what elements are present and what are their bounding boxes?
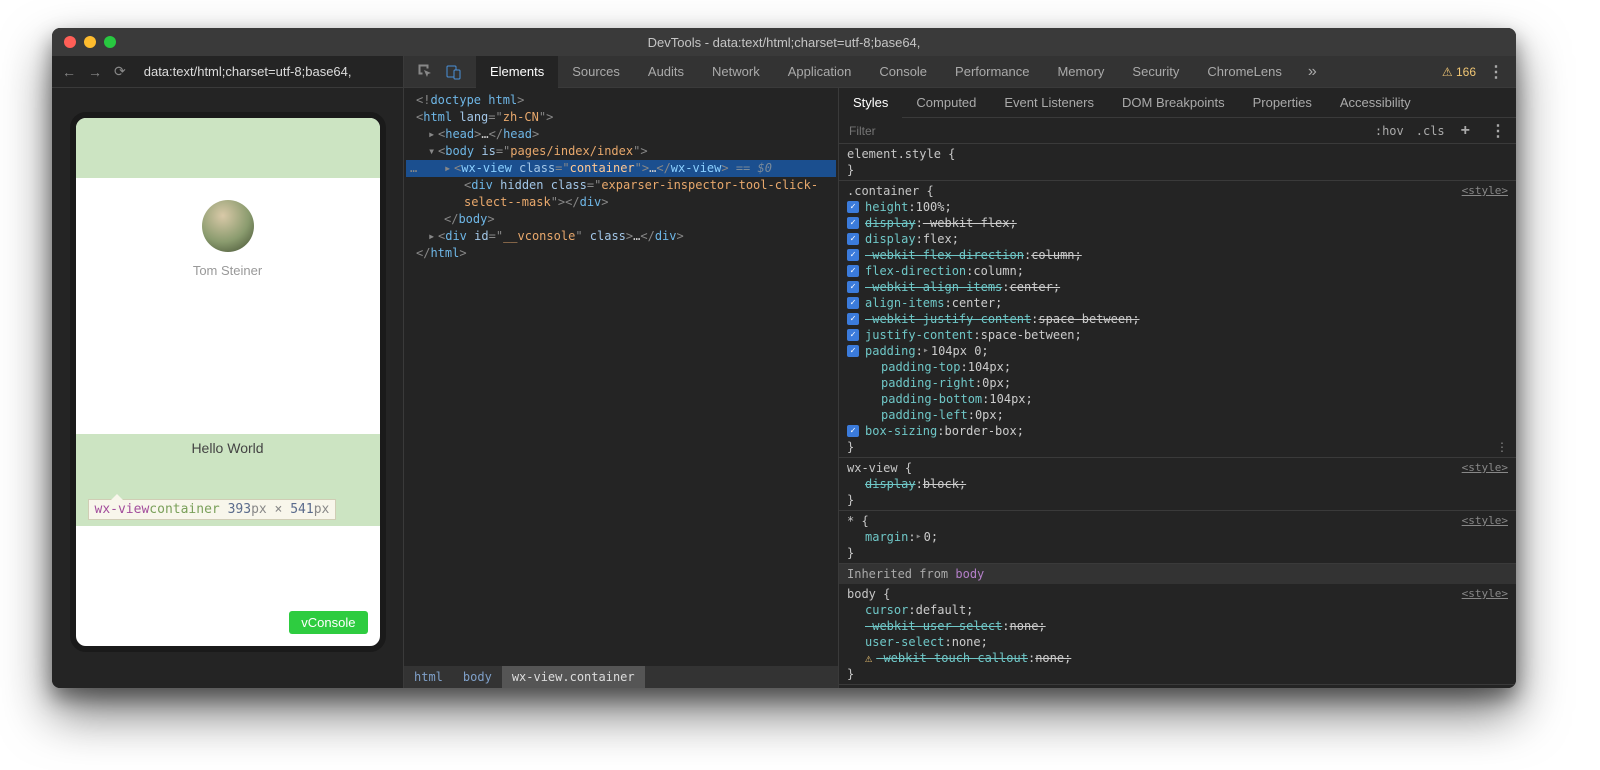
breadcrumb-item[interactable]: body xyxy=(453,666,502,688)
dom-line[interactable]: ▸<head>…</head> xyxy=(406,126,836,143)
breadcrumb-item[interactable]: html xyxy=(404,666,453,688)
tab-sources[interactable]: Sources xyxy=(558,56,634,88)
tab-chromelens[interactable]: ChromeLens xyxy=(1193,56,1295,88)
phone-top-bar xyxy=(76,118,380,178)
css-rule[interactable]: <style>.container {height: 100%;display:… xyxy=(839,181,1516,458)
device-toggle-icon[interactable] xyxy=(446,64,462,80)
prop-checkbox[interactable] xyxy=(847,233,859,245)
tab-performance[interactable]: Performance xyxy=(941,56,1043,88)
user-name: Tom Steiner xyxy=(76,263,380,278)
rule-menu-icon[interactable]: ⋮ xyxy=(1496,439,1508,455)
rule-source[interactable]: <style> xyxy=(1462,460,1508,476)
maximize-icon[interactable] xyxy=(104,36,116,48)
titlebar: DevTools - data:text/html;charset=utf-8;… xyxy=(52,28,1516,56)
dom-line[interactable]: <div hidden class="exparser-inspector-to… xyxy=(406,177,836,194)
dom-tree[interactable]: <!doctype html><html lang="zh-CN">▸<head… xyxy=(404,88,838,666)
prop-checkbox[interactable] xyxy=(847,425,859,437)
dom-pane: <!doctype html><html lang="zh-CN">▸<head… xyxy=(404,88,839,688)
dom-line[interactable]: <!doctype html> xyxy=(406,92,836,109)
prop-checkbox[interactable] xyxy=(847,297,859,309)
forward-icon[interactable]: → xyxy=(88,64,102,80)
prop-checkbox[interactable] xyxy=(847,281,859,293)
warnings-badge[interactable]: ⚠ 166 xyxy=(1442,65,1476,79)
new-rule-icon[interactable]: + xyxy=(1451,122,1480,140)
avatar-section: Tom Steiner xyxy=(76,178,380,284)
avatar xyxy=(202,200,254,252)
cls-toggle[interactable]: .cls xyxy=(1410,124,1451,138)
styles-tab-properties[interactable]: Properties xyxy=(1239,88,1326,118)
styles-tab-event-listeners[interactable]: Event Listeners xyxy=(990,88,1108,118)
menu-icon[interactable]: ⋮ xyxy=(1488,62,1504,82)
phone-mid xyxy=(76,284,380,434)
window-title: DevTools - data:text/html;charset=utf-8;… xyxy=(648,35,921,50)
hello-text: Hello World xyxy=(76,434,380,462)
dom-line[interactable]: ▸<div id="__vconsole" class>…</div> xyxy=(406,228,836,245)
tooltip-class: container xyxy=(149,502,219,517)
css-rule[interactable]: <style>wx-view {display: block;} xyxy=(839,458,1516,511)
filter-row: :hov .cls + ⋮ xyxy=(839,118,1516,144)
prop-checkbox[interactable] xyxy=(847,201,859,213)
styles-tabs: StylesComputedEvent ListenersDOM Breakpo… xyxy=(839,88,1516,118)
reload-icon[interactable]: ⟳ xyxy=(114,63,126,80)
tooltip-width: 393 xyxy=(228,502,251,517)
inherited-from-bar: Inherited from body xyxy=(839,564,1516,584)
main-body: ← → ⟳ data:text/html;charset=utf-8;base6… xyxy=(52,56,1516,688)
device-frame: Tom Steiner Hello World wx-viewcontainer… xyxy=(70,112,386,652)
prop-checkbox[interactable] xyxy=(847,217,859,229)
styles-pane: StylesComputedEvent ListenersDOM Breakpo… xyxy=(839,88,1516,688)
tab-elements[interactable]: Elements xyxy=(476,56,558,88)
styles-tab-computed[interactable]: Computed xyxy=(902,88,990,118)
dom-line[interactable]: </body> xyxy=(406,211,836,228)
warnings-count: 166 xyxy=(1456,65,1476,79)
close-icon[interactable] xyxy=(64,36,76,48)
devtools-pane: ElementsSourcesAuditsNetworkApplicationC… xyxy=(404,56,1516,688)
rule-source[interactable]: <style> xyxy=(1462,513,1508,529)
styles-menu-icon[interactable]: ⋮ xyxy=(1480,121,1516,141)
tab-memory[interactable]: Memory xyxy=(1043,56,1118,88)
prop-checkbox[interactable] xyxy=(847,249,859,261)
styles-tab-styles[interactable]: Styles xyxy=(839,88,902,118)
prop-checkbox[interactable] xyxy=(847,313,859,325)
css-rule[interactable]: element.style {} xyxy=(839,144,1516,181)
nav-bar: ← → ⟳ data:text/html;charset=utf-8;base6… xyxy=(52,56,403,88)
tab-network[interactable]: Network xyxy=(698,56,774,88)
css-rule[interactable]: <style>* {margin: ▸0;} xyxy=(839,511,1516,564)
tab-audits[interactable]: Audits xyxy=(634,56,698,88)
tooltip-tag: wx-view xyxy=(95,502,150,517)
styles-tab-accessibility[interactable]: Accessibility xyxy=(1326,88,1425,118)
element-tooltip: wx-viewcontainer 393px × 541px xyxy=(88,499,337,520)
dom-line[interactable]: select--mask"></div> xyxy=(406,194,836,211)
styles-body[interactable]: element.style {}<style>.container {heigh… xyxy=(839,144,1516,688)
css-rule[interactable]: <style>body {cursor: default;-webkit-use… xyxy=(839,584,1516,685)
minimize-icon[interactable] xyxy=(84,36,96,48)
dom-line[interactable]: …▸<wx-view class="container">…</wx-view>… xyxy=(406,160,836,177)
prop-checkbox[interactable] xyxy=(847,329,859,341)
inspect-icon[interactable] xyxy=(418,64,434,80)
styles-filter-input[interactable] xyxy=(839,124,1369,138)
dom-line[interactable]: ▾<body is="pages/index/index"> xyxy=(406,143,836,160)
styles-tab-dom-breakpoints[interactable]: DOM Breakpoints xyxy=(1108,88,1239,118)
rule-source[interactable]: <style> xyxy=(1462,183,1508,199)
prop-checkbox[interactable] xyxy=(847,265,859,277)
breadcrumb-item[interactable]: wx-view.container xyxy=(502,666,645,688)
hov-toggle[interactable]: :hov xyxy=(1369,124,1410,138)
prop-checkbox[interactable] xyxy=(847,345,859,357)
devtools-window: DevTools - data:text/html;charset=utf-8;… xyxy=(52,28,1516,688)
tab-security[interactable]: Security xyxy=(1118,56,1193,88)
traffic-lights xyxy=(64,36,116,48)
vconsole-button[interactable]: vConsole xyxy=(289,611,367,634)
warning-icon: ⚠ xyxy=(1442,65,1453,79)
dom-line[interactable]: <html lang="zh-CN"> xyxy=(406,109,836,126)
url-text[interactable]: data:text/html;charset=utf-8;base64, xyxy=(144,64,352,79)
tab-console[interactable]: Console xyxy=(865,56,941,88)
preview-pane: ← → ⟳ data:text/html;charset=utf-8;base6… xyxy=(52,56,404,688)
tab-application[interactable]: Application xyxy=(774,56,866,88)
tooltip-height: 541 xyxy=(290,502,313,517)
breadcrumb: htmlbodywx-view.container xyxy=(404,666,838,688)
tabs-more-icon[interactable]: » xyxy=(1296,63,1329,81)
rule-source[interactable]: <style> xyxy=(1462,586,1508,602)
back-icon[interactable]: ← xyxy=(62,64,76,80)
dom-line[interactable]: </html> xyxy=(406,245,836,262)
main-tabs: ElementsSourcesAuditsNetworkApplicationC… xyxy=(404,56,1516,88)
